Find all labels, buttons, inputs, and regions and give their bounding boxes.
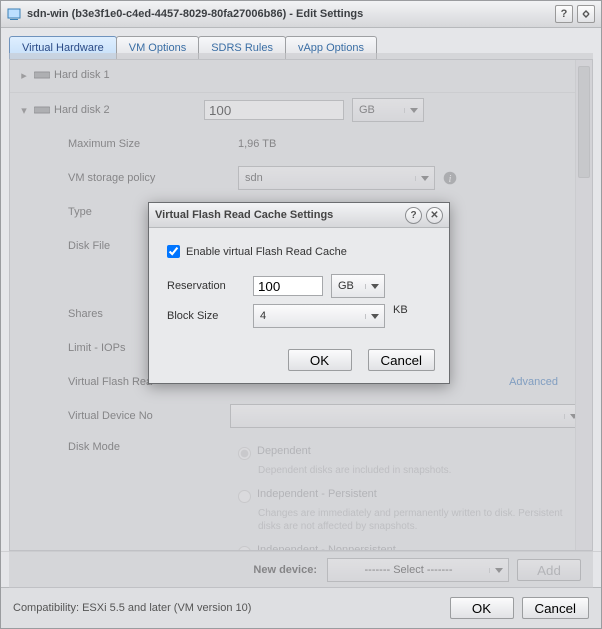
vfrc-settings-dialog: Virtual Flash Read Cache Settings ? ✕ En…	[148, 202, 450, 384]
disk-mode-label: Disk Mode	[18, 441, 238, 453]
disk-mode-dependent[interactable]: Dependent	[238, 441, 584, 464]
tab-vapp-options[interactable]: vApp Options	[285, 36, 377, 59]
storage-policy-select[interactable]: sdn	[238, 166, 435, 190]
help-icon[interactable]: ?	[555, 5, 573, 23]
radio-ind-persist[interactable]	[238, 490, 251, 503]
modal-cancel-button[interactable]: Cancel	[368, 349, 436, 371]
reservation-row: Reservation GB	[163, 271, 412, 301]
scrollbar[interactable]	[575, 60, 592, 550]
modal-close-icon[interactable]: ✕	[426, 207, 443, 224]
enable-vfrc-label: Enable virtual Flash Read Cache	[186, 246, 347, 258]
tab-bar: Virtual Hardware VM Options SDRS Rules v…	[1, 28, 601, 59]
hard-disk-1-row: ▸ Hard disk 1	[10, 60, 592, 92]
block-size-unit: KB	[389, 301, 412, 331]
hd2-size-unit-value: GB	[353, 104, 404, 116]
compatibility-text: Compatibility: ESXi 5.5 and later (VM ve…	[13, 602, 442, 614]
disk-mode-indp-desc: Changes are immediately and permanently …	[238, 507, 578, 534]
info-icon[interactable]: i	[443, 171, 457, 185]
vdn-select[interactable]	[230, 404, 584, 428]
reservation-input[interactable]	[253, 276, 323, 296]
disk-mode-row: Disk Mode Dependent Dependent disks are …	[10, 433, 592, 551]
reservation-label: Reservation	[163, 271, 249, 301]
expand-icon[interactable]	[577, 5, 595, 23]
disk-mode-dep-label: Dependent	[257, 445, 311, 457]
vfrc-advanced-link[interactable]: Advanced	[509, 376, 558, 388]
block-size-select[interactable]: 4	[253, 304, 385, 328]
svg-text:i: i	[449, 174, 452, 185]
hd1-label: Hard disk 1	[54, 69, 204, 81]
expander-hd2[interactable]: ▾	[18, 104, 30, 117]
max-size-value: 1,96 TB	[238, 138, 276, 150]
disk-mode-indp-label: Independent - Persistent	[257, 488, 377, 500]
modal-help-icon[interactable]: ?	[405, 207, 422, 224]
cancel-button[interactable]: Cancel	[522, 597, 590, 619]
vdn-row: Virtual Device No	[10, 399, 592, 433]
block-size-label: Block Size	[163, 301, 249, 331]
vm-icon	[7, 7, 21, 21]
ok-button[interactable]: OK	[450, 597, 514, 619]
scrollbar-thumb[interactable]	[578, 66, 590, 178]
storage-policy-value: sdn	[239, 172, 415, 184]
enable-vfrc-row: Enable virtual Flash Read Cache	[163, 242, 435, 261]
vdn-label: Virtual Device No	[18, 410, 230, 422]
edit-settings-window: sdn-win (b3e3f1e0-c4ed-4457-8029-80fa270…	[0, 0, 602, 629]
modal-ok-button[interactable]: OK	[288, 349, 352, 371]
tab-sdrs-rules[interactable]: SDRS Rules	[198, 36, 286, 59]
expander-hd1[interactable]: ▸	[18, 69, 30, 82]
chevron-down-icon	[415, 176, 434, 181]
new-device-bar: New device: ------- Select ------- Add	[1, 551, 601, 588]
new-device-select[interactable]: ------- Select -------	[327, 558, 509, 582]
modal-actions: OK Cancel	[149, 339, 449, 383]
footer: Compatibility: ESXi 5.5 and later (VM ve…	[1, 587, 601, 628]
hd2-size-unit-select[interactable]: GB	[352, 98, 424, 122]
tab-virtual-hardware[interactable]: Virtual Hardware	[9, 36, 117, 59]
max-size-label: Maximum Size	[18, 138, 238, 150]
max-size-row: Maximum Size 1,96 TB	[10, 127, 592, 161]
storage-policy-row: VM storage policy sdn i	[10, 161, 592, 195]
new-device-label: New device:	[253, 564, 317, 576]
window-title: sdn-win (b3e3f1e0-c4ed-4457-8029-80fa270…	[27, 8, 551, 20]
disk-mode-ind-nonpersist[interactable]: Independent - Nonpersistent	[238, 540, 584, 552]
reservation-unit-value: GB	[332, 280, 365, 292]
hd2-size-input[interactable]	[204, 100, 344, 120]
hard-disk-icon	[34, 70, 48, 80]
modal-title: Virtual Flash Read Cache Settings	[155, 209, 333, 221]
chevron-down-icon	[404, 108, 423, 113]
hard-disk-icon	[34, 105, 48, 115]
modal-titlebar: Virtual Flash Read Cache Settings ? ✕	[149, 203, 449, 228]
reservation-unit-select[interactable]: GB	[331, 274, 385, 298]
block-size-value: 4	[254, 310, 365, 322]
storage-policy-label: VM storage policy	[18, 172, 238, 184]
titlebar: sdn-win (b3e3f1e0-c4ed-4457-8029-80fa270…	[1, 1, 601, 28]
block-size-row: Block Size 4 KB	[163, 301, 412, 331]
chevron-down-icon	[365, 314, 384, 319]
radio-ind-nonpersist[interactable]	[238, 546, 251, 552]
chevron-down-icon	[489, 568, 508, 573]
new-device-select-text: ------- Select -------	[328, 564, 489, 576]
tab-vm-options[interactable]: VM Options	[116, 36, 199, 59]
radio-dependent[interactable]	[238, 447, 251, 460]
disk-mode-indnp-label: Independent - Nonpersistent	[257, 544, 396, 552]
modal-body: Enable virtual Flash Read Cache Reservat…	[149, 228, 449, 339]
disk-mode-ind-persist[interactable]: Independent - Persistent	[238, 484, 584, 507]
add-button[interactable]: Add	[517, 559, 581, 581]
chevron-down-icon	[365, 284, 384, 289]
hd2-label: Hard disk 2	[54, 104, 204, 116]
disk-mode-dep-desc: Dependent disks are included in snapshot…	[238, 464, 578, 478]
hard-disk-2-row: ▾ Hard disk 2 GB	[10, 92, 592, 127]
enable-vfrc-checkbox[interactable]	[167, 245, 180, 258]
